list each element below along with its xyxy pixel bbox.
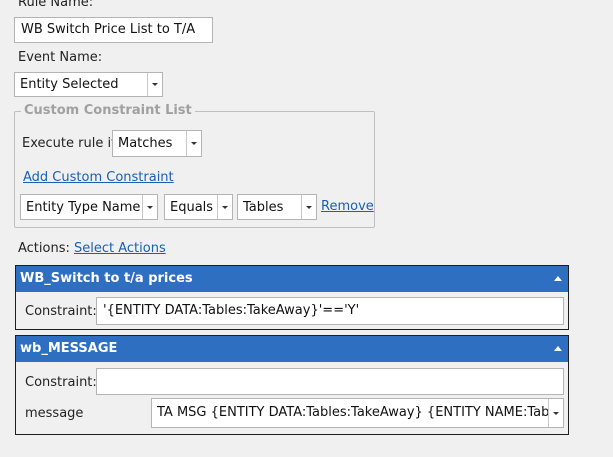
action-panel-header[interactable]: WB_Switch to t/a prices xyxy=(16,266,568,292)
action-panel-title: WB_Switch to t/a prices xyxy=(20,271,193,286)
constraint-operator-select[interactable]: Equals xyxy=(164,194,233,220)
select-actions-link[interactable]: Select Actions xyxy=(74,241,166,256)
chevron-down-icon[interactable] xyxy=(548,399,563,427)
message-label: message xyxy=(25,406,84,421)
action-panel-header[interactable]: wb_MESSAGE xyxy=(16,336,568,362)
event-name-label: Event Name: xyxy=(18,50,103,65)
execute-rule-select[interactable]: Matches xyxy=(112,130,202,157)
chevron-down-icon[interactable] xyxy=(301,195,316,219)
collapse-icon[interactable] xyxy=(554,346,562,351)
constraint-label: Constraint: xyxy=(25,375,97,390)
chevron-down-icon[interactable] xyxy=(186,131,201,156)
collapse-icon[interactable] xyxy=(554,276,562,281)
constraint-field-select[interactable]: Entity Type Name xyxy=(20,194,158,220)
event-name-select[interactable]: Entity Selected xyxy=(14,72,163,97)
add-custom-constraint-link[interactable]: Add Custom Constraint xyxy=(23,170,174,185)
constraint-field-value: Entity Type Name xyxy=(26,200,141,215)
rule-name-label: Rule Name: xyxy=(18,0,94,10)
action-panel: wb_MESSAGE Constraint: message TA MSG {E… xyxy=(15,335,569,435)
action-panel-title: wb_MESSAGE xyxy=(20,341,118,356)
action-panel: WB_Switch to t/a prices Constraint: '{EN… xyxy=(15,265,569,330)
custom-constraint-title: Custom Constraint List xyxy=(21,103,195,118)
constraint-value-value: Tables xyxy=(243,200,284,215)
rule-name-input[interactable]: WB Switch Price List to T/A xyxy=(14,17,213,43)
chevron-down-icon[interactable] xyxy=(217,195,232,219)
chevron-down-icon[interactable] xyxy=(142,195,157,219)
remove-constraint-link[interactable]: Remove xyxy=(321,199,374,214)
execute-rule-label: Execute rule if xyxy=(22,136,116,151)
execute-rule-value: Matches xyxy=(118,136,173,151)
constraint-input[interactable] xyxy=(96,368,564,395)
constraint-label: Constraint: xyxy=(25,304,97,319)
message-select[interactable]: TA MSG {ENTITY DATA:Tables:TakeAway} {EN… xyxy=(151,398,564,428)
constraint-input[interactable]: '{ENTITY DATA:Tables:TakeAway}'=='Y' xyxy=(96,297,564,325)
event-name-value: Entity Selected xyxy=(20,77,119,92)
actions-label: Actions: xyxy=(18,241,70,256)
message-value: TA MSG {ENTITY DATA:Tables:TakeAway} {EN… xyxy=(157,405,564,420)
chevron-down-icon[interactable] xyxy=(147,73,162,96)
constraint-value-select[interactable]: Tables xyxy=(237,194,317,220)
constraint-operator-value: Equals xyxy=(170,200,214,215)
